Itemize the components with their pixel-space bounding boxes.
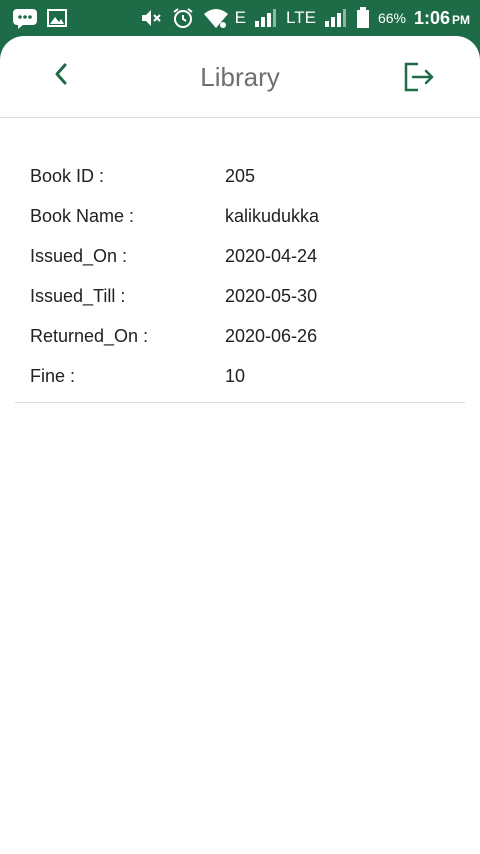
- detail-label: Fine :: [30, 365, 76, 386]
- detail-row-fine: Fine : 10: [15, 356, 465, 396]
- wifi-icon: [203, 6, 228, 30]
- detail-value: 205: [225, 165, 256, 186]
- signal-icon: [254, 6, 278, 30]
- detail-label: Returned_On :: [30, 325, 149, 346]
- detail-value: 2020-04-24: [225, 245, 318, 266]
- mute-icon: [139, 6, 163, 30]
- detail-label: Issued_On :: [30, 245, 128, 266]
- book-details: Book ID : 205 Book Name : kalikudukka Is…: [15, 156, 465, 403]
- detail-label: Issued_Till :: [30, 285, 126, 306]
- detail-row-book-name: Book Name : kalikudukka: [15, 196, 465, 236]
- gallery-notification-icon: [46, 6, 70, 30]
- logout-button[interactable]: [402, 60, 436, 94]
- main-card: Library Book ID : 205 Book Name : kaliku…: [0, 36, 480, 854]
- battery-icon: [356, 6, 370, 30]
- detail-row-book-id: Book ID : 205: [15, 156, 465, 196]
- clock: 1:06 PM: [413, 7, 470, 28]
- detail-label: Book ID :: [30, 165, 105, 186]
- network-type-e: E: [234, 8, 247, 27]
- signal-icon-2: [324, 6, 348, 30]
- detail-row-issued-on: Issued_On : 2020-04-24: [15, 236, 465, 276]
- detail-value: 10: [225, 365, 246, 386]
- app-header: Library: [0, 36, 480, 118]
- detail-row-issued-till: Issued_Till : 2020-05-30: [15, 276, 465, 316]
- messages-notification-icon: [12, 6, 37, 30]
- detail-value: 2020-05-30: [225, 285, 318, 306]
- detail-value: kalikudukka: [225, 205, 320, 226]
- network-type-lte: LTE: [286, 8, 316, 27]
- battery-percent: 66%: [377, 10, 406, 26]
- detail-label: Book Name :: [30, 205, 135, 226]
- logout-icon: [402, 62, 436, 98]
- detail-row-returned-on: Returned_On : 2020-06-26: [15, 316, 465, 356]
- alarm-icon: [171, 6, 195, 30]
- detail-value: 2020-06-26: [225, 325, 318, 346]
- status-bar: E LTE 66% 1:06 PM: [0, 0, 480, 36]
